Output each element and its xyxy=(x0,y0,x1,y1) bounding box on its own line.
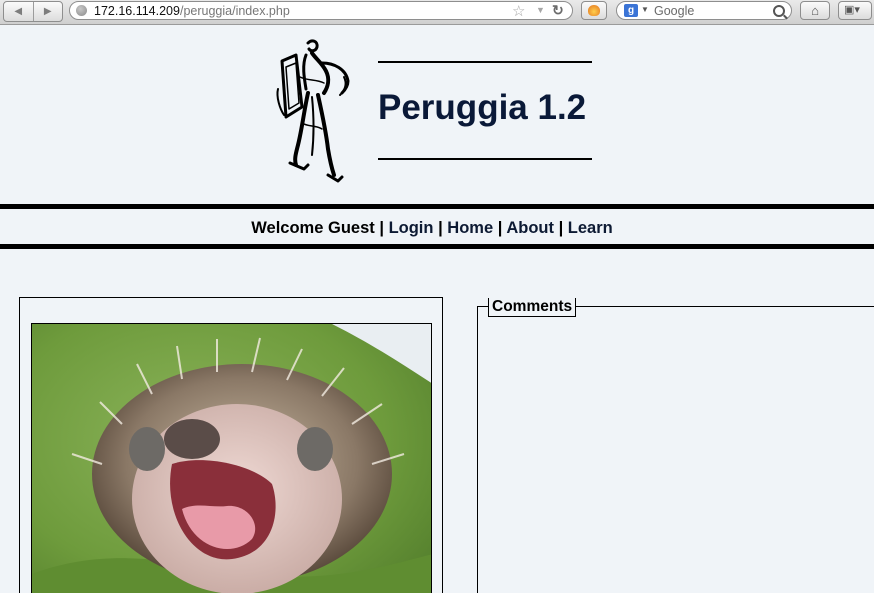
globe-icon xyxy=(76,5,87,16)
bookmark-star-icon[interactable]: ☆ xyxy=(512,2,525,20)
search-engine-dropdown-icon[interactable]: ▼ xyxy=(641,5,649,14)
nav-buttons: ◀ ▶ xyxy=(3,1,63,22)
search-engine-icon[interactable]: g xyxy=(624,4,638,17)
welcome-text: Welcome Guest xyxy=(251,219,375,237)
url-text[interactable]: 172.16.114.209/peruggia/index.php xyxy=(94,4,290,18)
menu-separator: | xyxy=(438,219,443,237)
menu-separator: | xyxy=(379,219,384,237)
browser-toolbar: ◀ ▶ 172.16.114.209/peruggia/index.php ☆ … xyxy=(0,0,874,25)
search-bar[interactable]: g ▼ Google xyxy=(616,1,792,20)
bookmarks-icon[interactable]: ▣▾ xyxy=(838,1,872,20)
image-panel xyxy=(19,297,443,593)
site-title: Peruggia 1.2 xyxy=(378,88,587,127)
extension-icon xyxy=(588,5,600,16)
title-rule-bottom xyxy=(378,158,592,160)
address-bar[interactable]: 172.16.114.209/peruggia/index.php ☆ ▼ ↻ xyxy=(69,1,573,20)
title-rule-top xyxy=(378,61,592,63)
nav-menu: Welcome Guest | Login | Home | About | L… xyxy=(0,219,864,238)
learn-link[interactable]: Learn xyxy=(568,219,613,237)
extension-button[interactable] xyxy=(581,1,607,20)
menu-bar: Welcome Guest | Login | Home | About | L… xyxy=(0,204,874,249)
home-link[interactable]: Home xyxy=(447,219,493,237)
page: Peruggia 1.2 Welcome Guest | Login | Hom… xyxy=(0,25,874,593)
search-input[interactable]: Google xyxy=(654,4,694,18)
menu-separator: | xyxy=(558,219,564,237)
home-icon[interactable]: ⌂ xyxy=(800,1,830,20)
comments-heading: Comments xyxy=(488,298,577,317)
hedgehog-picture xyxy=(32,324,431,593)
hedgehog-image[interactable] xyxy=(31,323,432,593)
search-icon[interactable] xyxy=(773,5,785,17)
reload-icon[interactable]: ↻ xyxy=(552,2,564,19)
back-icon[interactable]: ◀ xyxy=(4,2,33,21)
login-link[interactable]: Login xyxy=(389,219,434,237)
about-link[interactable]: About xyxy=(506,219,554,237)
url-path: /peruggia/index.php xyxy=(179,4,290,18)
dropdown-icon[interactable]: ▼ xyxy=(536,5,545,15)
menu-separator: | xyxy=(497,219,503,237)
forward-icon[interactable]: ▶ xyxy=(32,2,63,21)
url-host: 172.16.114.209 xyxy=(94,4,180,18)
peruggia-logo xyxy=(276,39,350,183)
comments-panel: Comments xyxy=(477,298,874,593)
